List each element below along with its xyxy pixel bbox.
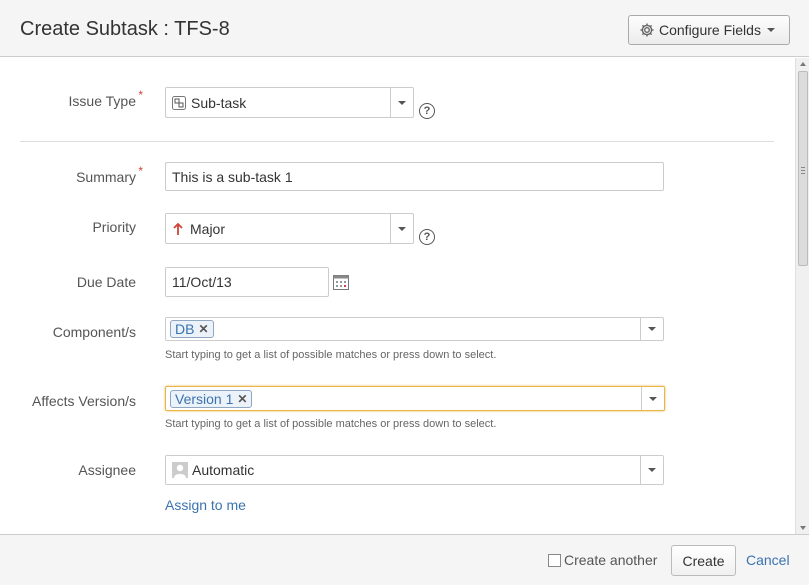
issue-type-label: Issue Type * (68, 88, 143, 109)
summary-label: Summary * (76, 164, 143, 185)
remove-tag-icon[interactable]: ✕ (237, 392, 247, 406)
priority-value: Major (190, 220, 226, 237)
help-icon[interactable]: ? (419, 103, 435, 119)
components-picker[interactable]: DB ✕ (165, 317, 664, 341)
divider (20, 141, 774, 142)
dropdown-toggle[interactable] (640, 456, 663, 484)
assignee-value: Automatic (192, 462, 255, 478)
assignee-label: Assignee (78, 462, 136, 478)
priority-label: Priority (92, 219, 136, 235)
scrollbar-thumb[interactable] (798, 71, 808, 266)
remove-tag-icon[interactable]: ✕ (198, 322, 208, 336)
required-marker: * (138, 164, 143, 178)
component-tag[interactable]: DB ✕ (170, 320, 214, 338)
chevron-down-icon (398, 226, 406, 231)
dialog-footer: Create another Create Cancel (0, 534, 809, 585)
issue-type-value: Sub-task (191, 94, 247, 111)
grip-icon (801, 167, 805, 174)
due-date-input[interactable]: 11/Oct/13 (165, 267, 329, 297)
affects-versions-label: Affects Version/s (31, 393, 136, 409)
form-body: Issue Type * Sub-task ? Summary * This i… (0, 58, 795, 534)
create-another-checkbox[interactable] (548, 553, 561, 567)
create-another-option[interactable]: Create another (548, 552, 657, 568)
scrollbar[interactable] (795, 58, 809, 534)
help-icon[interactable]: ? (419, 229, 435, 245)
scroll-down-icon[interactable] (800, 526, 806, 530)
create-button[interactable]: Create (671, 545, 736, 576)
assignee-select[interactable]: Automatic (165, 455, 664, 485)
dropdown-toggle[interactable] (390, 88, 413, 117)
gear-icon (640, 23, 654, 37)
priority-select[interactable]: Major (165, 213, 414, 244)
subtask-icon (172, 95, 186, 110)
due-date-label: Due Date (76, 274, 136, 290)
assign-to-me-link[interactable]: Assign to me (165, 497, 246, 513)
summary-value: This is a sub-task 1 (172, 168, 293, 185)
up-arrow-icon (173, 222, 183, 235)
scroll-up-icon[interactable] (800, 62, 806, 66)
version-tag[interactable]: Version 1 ✕ (170, 389, 253, 408)
dropdown-toggle[interactable] (641, 387, 664, 410)
dropdown-toggle[interactable] (390, 214, 413, 243)
user-avatar-icon (172, 462, 188, 478)
due-date-value: 11/Oct/13 (172, 274, 232, 290)
dropdown-toggle[interactable] (640, 318, 663, 340)
create-another-label: Create another (564, 552, 658, 568)
chevron-down-icon (766, 28, 775, 32)
configure-fields-label: Configure Fields (659, 22, 761, 38)
cancel-link[interactable]: Cancel (746, 552, 790, 568)
affects-versions-hint: Start typing to get a list of possible m… (165, 418, 497, 430)
chevron-down-icon (398, 100, 406, 105)
affects-versions-picker[interactable]: Version 1 ✕ (165, 386, 665, 411)
chevron-down-icon (648, 327, 656, 331)
calendar-icon[interactable] (333, 274, 349, 290)
components-hint: Start typing to get a list of possible m… (165, 349, 497, 361)
chevron-down-icon (648, 468, 656, 472)
dialog-title: Create Subtask : TFS-8 (20, 18, 230, 40)
summary-input[interactable]: This is a sub-task 1 (165, 162, 664, 191)
configure-fields-button[interactable]: Configure Fields (628, 15, 790, 45)
components-label: Component/s (52, 324, 136, 340)
issue-type-select[interactable]: Sub-task (165, 87, 414, 118)
chevron-down-icon (649, 396, 657, 401)
required-marker: * (138, 88, 143, 102)
dialog-header: Create Subtask : TFS-8 Configure Fields (0, 0, 809, 57)
